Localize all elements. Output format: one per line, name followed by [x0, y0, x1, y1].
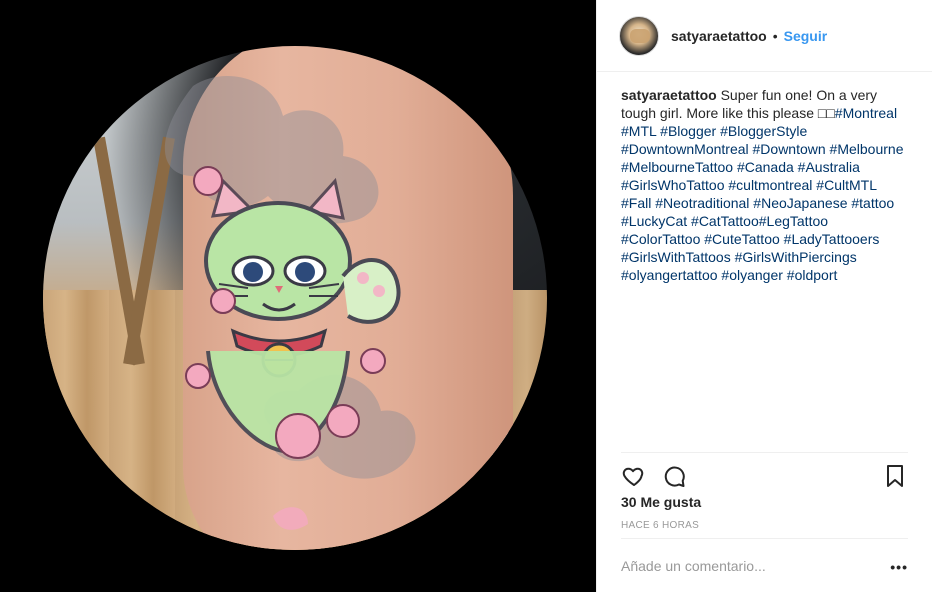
comment-box: ••• [621, 538, 908, 592]
post-actions [621, 452, 908, 492]
lucky-cat-tattoo [164, 76, 416, 530]
comment-icon[interactable] [661, 463, 687, 489]
instagram-post: satyaraetattoo • Seguir satyaraetattoo S… [0, 0, 932, 592]
likes-count[interactable]: 30 Me gusta [621, 494, 701, 510]
comment-input[interactable] [621, 557, 908, 574]
photo-pane [0, 0, 596, 592]
avatar[interactable] [619, 15, 659, 56]
post-image[interactable] [43, 46, 547, 550]
follow-button[interactable]: Seguir [784, 28, 828, 44]
author-username[interactable]: satyaraetattoo [671, 28, 767, 44]
separator-dot: • [772, 27, 778, 44]
more-options-button[interactable]: ••• [890, 559, 908, 575]
caption-username[interactable]: satyaraetattoo [621, 87, 717, 103]
bookmark-icon[interactable] [882, 463, 908, 489]
caption-hashtags[interactable]: #Montreal #MTL #Blogger #BloggerStyle #D… [621, 105, 904, 283]
post-caption: satyaraetattoo Super fun one! On a very … [597, 72, 932, 450]
post-time: HACE 6 HORAS [621, 520, 700, 531]
heart-icon[interactable] [621, 463, 647, 489]
post-sidebar: satyaraetattoo • Seguir satyaraetattoo S… [596, 0, 932, 592]
post-header: satyaraetattoo • Seguir [597, 0, 932, 72]
